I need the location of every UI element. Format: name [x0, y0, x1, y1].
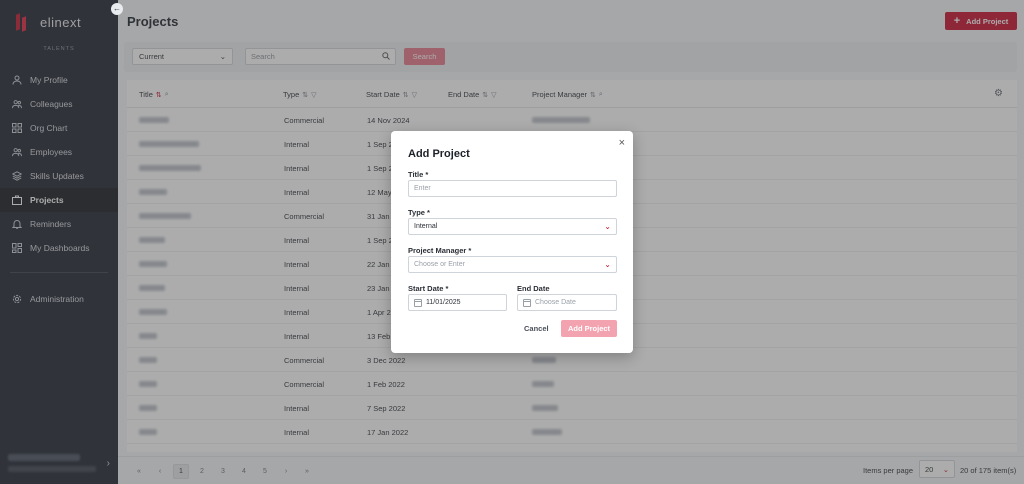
calendar-icon [414, 298, 422, 307]
project-manager-select[interactable]: Choose or Enter ⌄ [408, 256, 617, 273]
project-manager-placeholder: Choose or Enter [414, 261, 465, 268]
chevron-down-icon: ⌄ [604, 260, 611, 269]
chevron-down-icon: ⌄ [604, 222, 611, 231]
title-field[interactable]: Enter [408, 180, 617, 197]
end-date-field-label: End Date [517, 284, 550, 293]
collapse-sidebar-button[interactable]: ← [111, 3, 123, 15]
start-date-field[interactable]: 11/01/2025 [408, 294, 507, 311]
start-date-field-label: Start Date * [408, 284, 449, 293]
submit-add-project-button[interactable]: Add Project [561, 320, 617, 337]
type-field-label: Type * [408, 208, 430, 217]
cancel-button[interactable]: Cancel [524, 324, 549, 333]
end-date-placeholder: Choose Date [535, 299, 576, 306]
arrow-left-icon: ← [113, 4, 121, 13]
dialog-title: Add Project [408, 148, 470, 160]
project-manager-field-label: Project Manager * [408, 246, 472, 255]
type-select-value: Internal [414, 223, 438, 230]
calendar-icon [523, 298, 531, 307]
add-project-dialog: × Add Project Title * Enter Type * Inter… [391, 131, 633, 353]
title-placeholder: Enter [414, 185, 431, 192]
start-date-value: 11/01/2025 [426, 299, 461, 306]
title-field-label: Title * [408, 170, 429, 179]
close-icon[interactable]: × [619, 137, 625, 149]
end-date-field[interactable]: Choose Date [517, 294, 617, 311]
type-select[interactable]: Internal ⌄ [408, 218, 617, 235]
